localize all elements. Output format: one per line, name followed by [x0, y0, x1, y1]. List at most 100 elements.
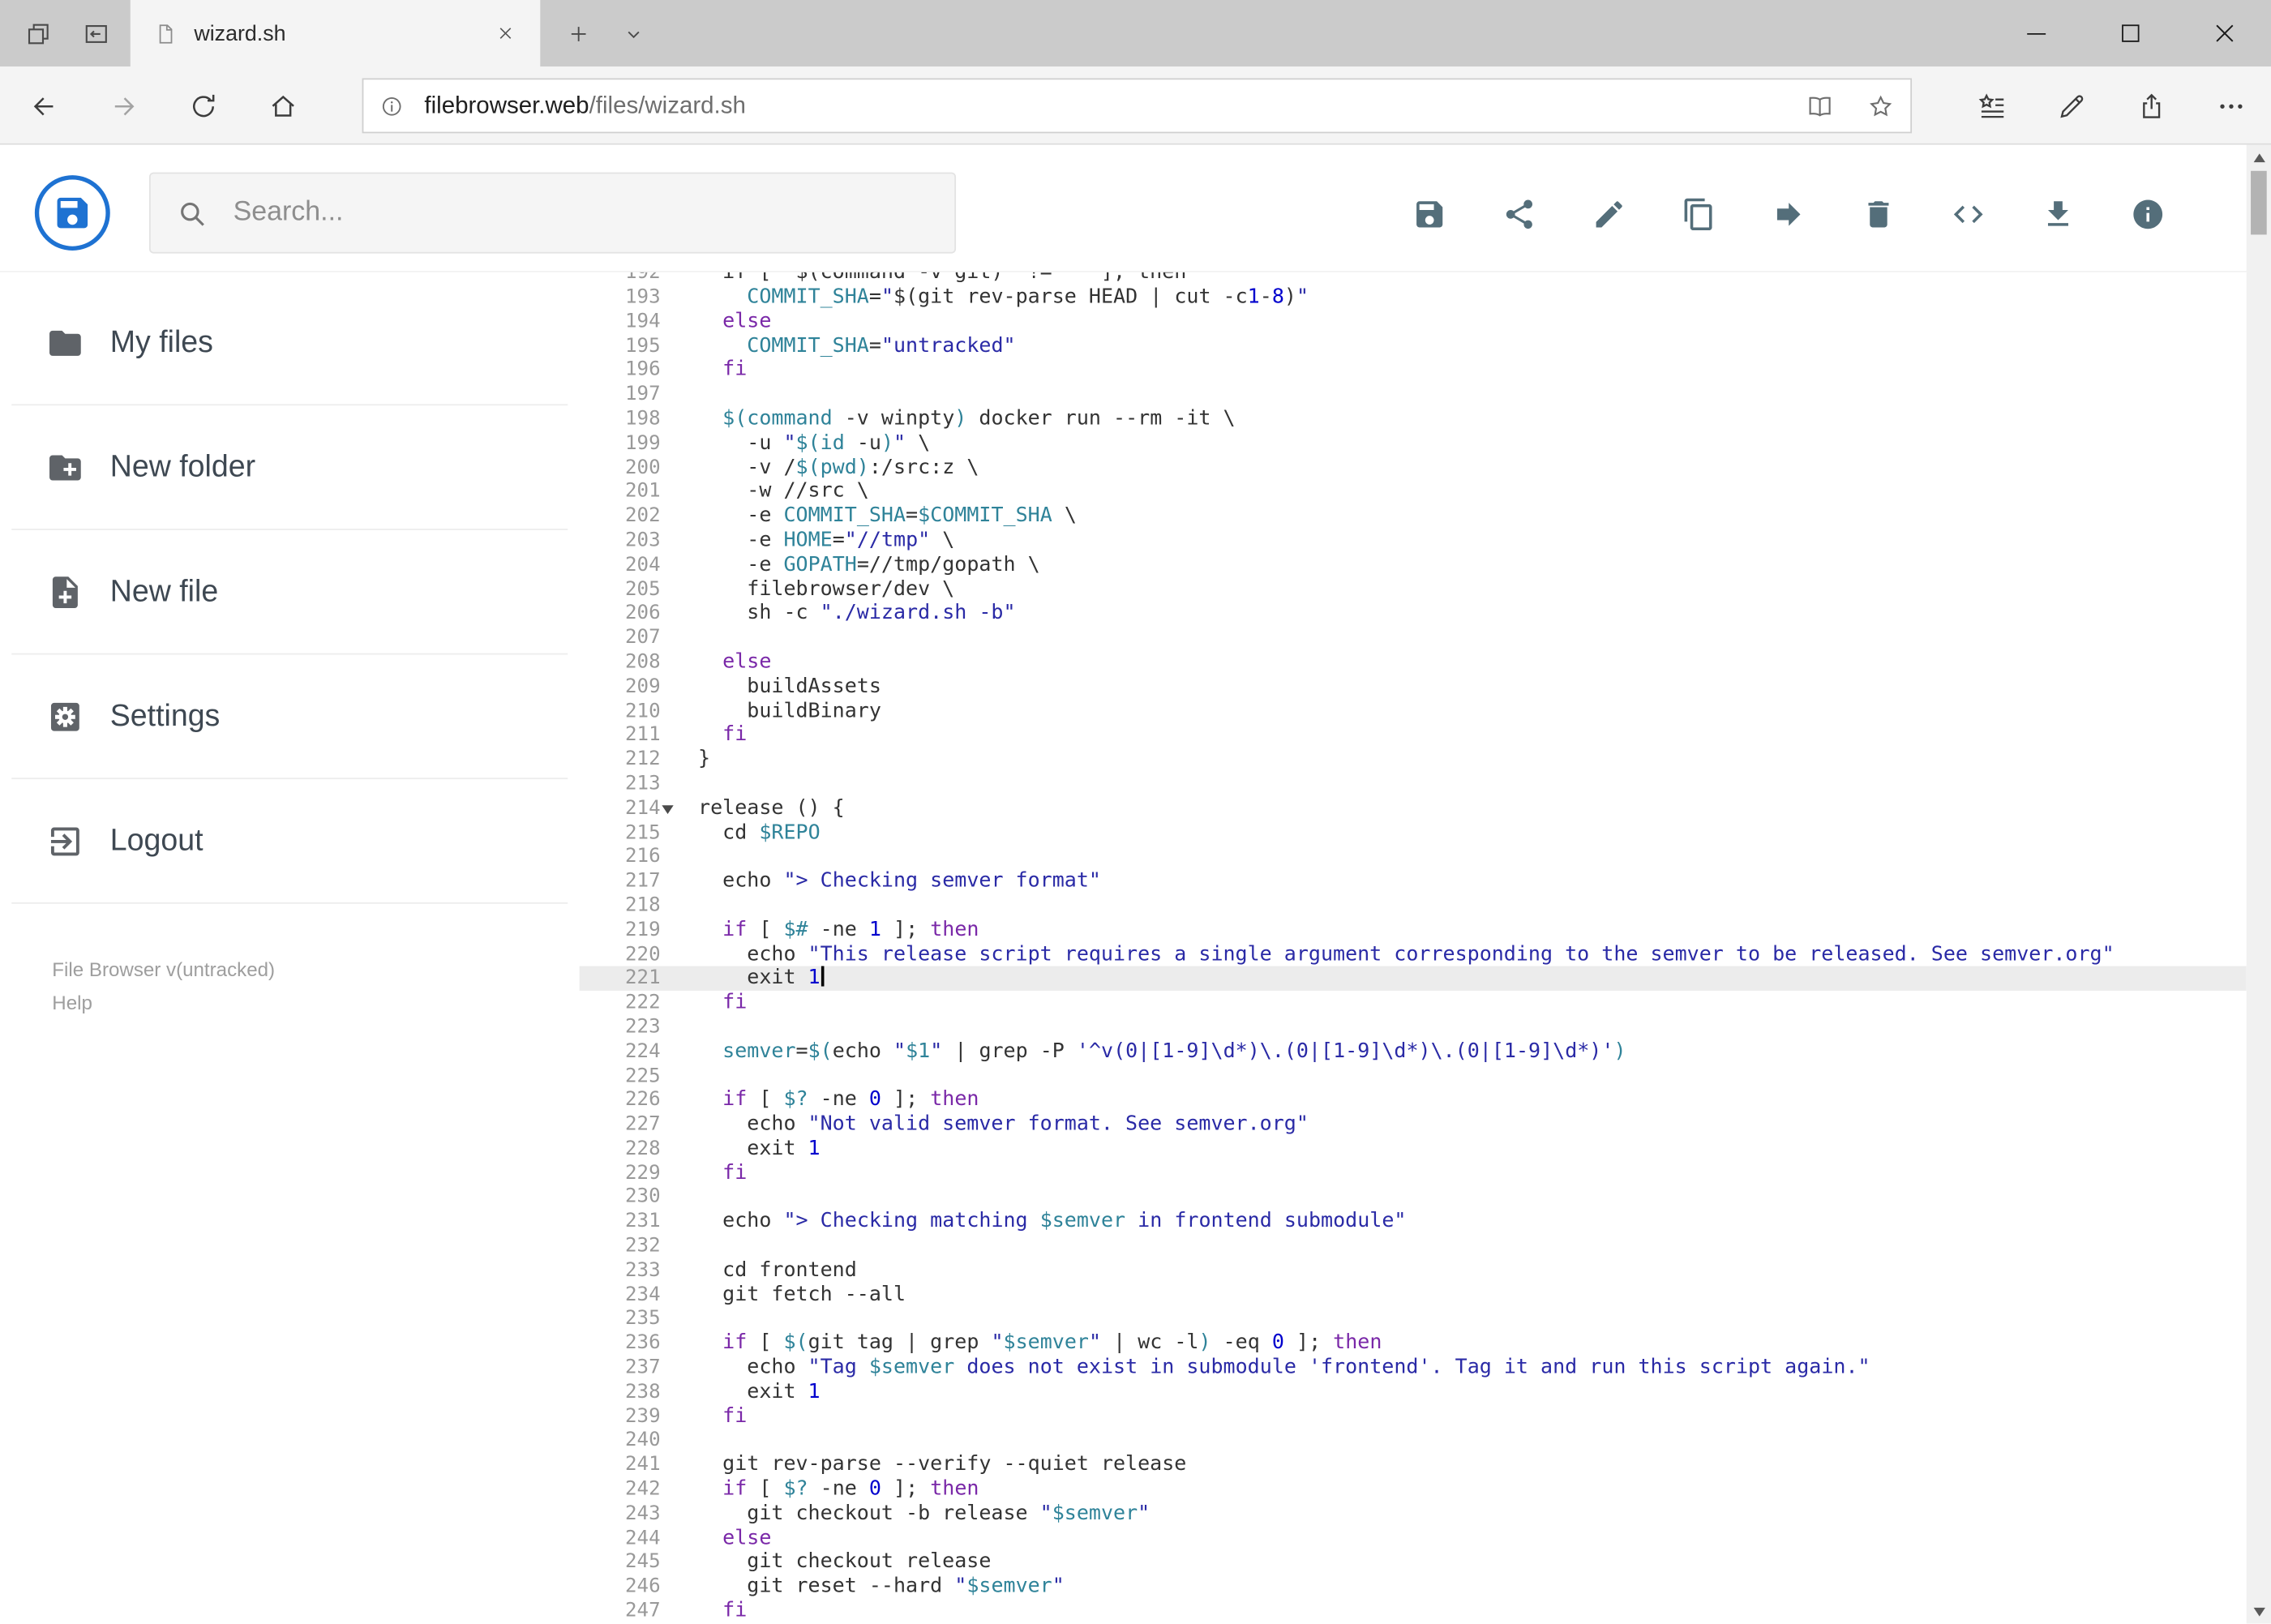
line-number[interactable]: 230 — [580, 1185, 672, 1210]
show-set-aside-tabs-button[interactable] — [15, 11, 61, 57]
code-line[interactable]: 231 echo "> Checking matching $semver in… — [580, 1210, 2247, 1234]
reading-view-button[interactable] — [1789, 79, 1849, 131]
line-number[interactable]: 231 — [580, 1210, 672, 1234]
line-number[interactable]: 225 — [580, 1064, 672, 1088]
code-line[interactable]: 218 — [580, 893, 2247, 918]
line-number[interactable]: 246 — [580, 1575, 672, 1599]
code-line[interactable]: 247 fi — [580, 1599, 2247, 1623]
code-line[interactable]: 194 else — [580, 310, 2247, 334]
line-number[interactable]: 222 — [580, 991, 672, 1015]
code-line[interactable]: 213 — [580, 772, 2247, 796]
line-number[interactable]: 218 — [580, 893, 672, 918]
code-line[interactable]: 241 git rev-parse --verify --quiet relea… — [580, 1453, 2247, 1477]
line-number[interactable]: 194 — [580, 310, 672, 334]
url-text[interactable]: filebrowser.web/files/wizard.sh — [424, 92, 1789, 119]
code-line[interactable]: 208 else — [580, 650, 2247, 675]
line-number[interactable]: 243 — [580, 1502, 672, 1526]
maximize-button[interactable] — [2083, 0, 2177, 66]
line-number[interactable]: 216 — [580, 845, 672, 869]
code-line[interactable]: 216 — [580, 845, 2247, 869]
line-number[interactable]: 221 — [580, 966, 672, 991]
line-number[interactable]: 201 — [580, 480, 672, 504]
line-number[interactable]: 234 — [580, 1283, 672, 1307]
raw-code-button[interactable] — [1949, 195, 1986, 233]
line-number[interactable]: 196 — [580, 358, 672, 383]
line-number[interactable]: 247 — [580, 1599, 672, 1623]
add-favorite-button[interactable] — [1849, 79, 1910, 131]
set-tabs-aside-button[interactable] — [72, 11, 118, 57]
code-line[interactable]: 192 if [ "$(command -v git)" != "" ]; th… — [580, 272, 2247, 285]
code-line[interactable]: 228 exit 1 — [580, 1137, 2247, 1161]
line-number[interactable]: 217 — [580, 869, 672, 893]
more-options-button[interactable] — [2192, 66, 2271, 144]
line-number[interactable]: 241 — [580, 1453, 672, 1477]
sidebar-item-settings[interactable]: Settings — [11, 654, 568, 780]
line-number[interactable]: 223 — [580, 1015, 672, 1039]
code-line[interactable]: 239 fi — [580, 1404, 2247, 1429]
sidebar-item-logout[interactable]: Logout — [11, 779, 568, 904]
code-line[interactable]: 238 exit 1 — [580, 1380, 2247, 1404]
code-line[interactable]: 220 echo "This release script requires a… — [580, 942, 2247, 966]
delete-button[interactable] — [1860, 195, 1897, 233]
line-number[interactable]: 227 — [580, 1112, 672, 1137]
code-line[interactable]: 217 echo "> Checking semver format" — [580, 869, 2247, 893]
browser-tab[interactable]: wizard.sh — [130, 0, 541, 67]
code-line[interactable]: 226 if [ $? -ne 0 ]; then — [580, 1088, 2247, 1112]
line-number[interactable]: 205 — [580, 577, 672, 602]
sidebar-item-new-file[interactable]: New file — [11, 530, 568, 655]
code-line[interactable]: 209 buildAssets — [580, 675, 2247, 699]
line-number[interactable]: 206 — [580, 602, 672, 626]
code-editor[interactable]: 192 if [ "$(command -v git)" != "" ]; th… — [579, 272, 2247, 1624]
share-page-button[interactable] — [2112, 66, 2192, 144]
code-line[interactable]: 214 release () { — [580, 796, 2247, 821]
copy-button[interactable] — [1680, 195, 1717, 233]
code-line[interactable]: 199 -u "$(id -u)" \ — [580, 431, 2247, 456]
code-line[interactable]: 196 fi — [580, 358, 2247, 383]
code-line[interactable]: 203 -e HOME="//tmp" \ — [580, 529, 2247, 553]
line-number[interactable]: 211 — [580, 723, 672, 748]
minimize-button[interactable] — [1989, 0, 2083, 66]
back-button[interactable] — [11, 74, 75, 138]
share-button[interactable] — [1501, 195, 1538, 233]
line-number[interactable]: 220 — [580, 942, 672, 966]
line-number[interactable]: 192 — [580, 272, 672, 285]
code-line[interactable]: 242 if [ $? -ne 0 ]; then — [580, 1477, 2247, 1502]
scrollbar-thumb[interactable] — [2251, 170, 2267, 235]
page-scrollbar[interactable] — [2246, 144, 2271, 1624]
line-number[interactable]: 208 — [580, 650, 672, 675]
site-info-button[interactable] — [363, 79, 418, 131]
address-bar[interactable]: filebrowser.web/files/wizard.sh — [362, 78, 1913, 134]
save-button[interactable] — [1411, 195, 1448, 233]
code-line[interactable]: 243 git checkout -b release "$semver" — [580, 1502, 2247, 1526]
line-number[interactable]: 198 — [580, 407, 672, 431]
tab-list-button[interactable] — [607, 7, 659, 59]
code-line[interactable]: 206 sh -c "./wizard.sh -b" — [580, 602, 2247, 626]
code-line[interactable]: 237 echo "Tag $semver does not exist in … — [580, 1356, 2247, 1380]
line-number[interactable]: 244 — [580, 1526, 672, 1550]
line-number[interactable]: 219 — [580, 918, 672, 942]
code-line[interactable]: 202 -e COMMIT_SHA=$COMMIT_SHA \ — [580, 504, 2247, 529]
line-number[interactable]: 237 — [580, 1356, 672, 1380]
code-line[interactable]: 207 — [580, 626, 2247, 650]
code-line[interactable]: 230 — [580, 1185, 2247, 1210]
line-number[interactable]: 232 — [580, 1234, 672, 1258]
line-number[interactable]: 229 — [580, 1161, 672, 1185]
line-number[interactable]: 236 — [580, 1331, 672, 1356]
code-line[interactable]: 210 buildBinary — [580, 699, 2247, 723]
info-button[interactable] — [2129, 195, 2166, 233]
code-line[interactable]: 221 exit 1 — [579, 966, 2247, 992]
edit-button[interactable] — [1590, 195, 1627, 233]
code-line[interactable]: 240 — [580, 1429, 2247, 1453]
download-button[interactable] — [2039, 195, 2076, 233]
line-number[interactable]: 235 — [580, 1307, 672, 1331]
code-line[interactable]: 246 git reset --hard "$semver" — [580, 1575, 2247, 1599]
code-line[interactable]: 197 — [580, 383, 2247, 407]
line-number[interactable]: 203 — [580, 529, 672, 553]
line-number[interactable]: 199 — [580, 431, 672, 456]
line-number[interactable]: 209 — [580, 675, 672, 699]
code-line[interactable]: 223 — [580, 1015, 2247, 1039]
line-number[interactable]: 238 — [580, 1380, 672, 1404]
code-line[interactable]: 245 git checkout release — [580, 1550, 2247, 1575]
line-number[interactable]: 233 — [580, 1258, 672, 1283]
code-line[interactable]: 234 git fetch --all — [580, 1283, 2247, 1307]
